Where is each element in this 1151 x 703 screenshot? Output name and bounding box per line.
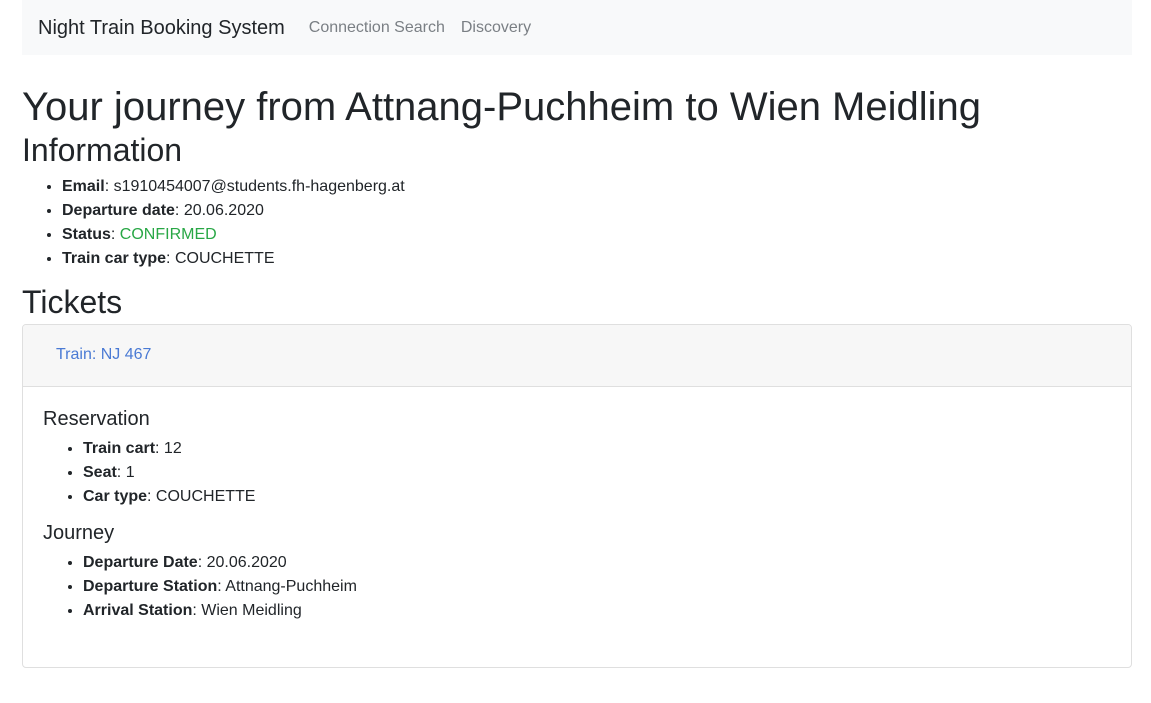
journey-item-departure-date: Departure Date: 20.06.2020	[83, 551, 1111, 575]
reservation-label: Car type	[83, 487, 148, 505]
reservation-value: 1	[125, 463, 135, 481]
page-title: Your journey from Attnang-Puchheim to Wi…	[22, 85, 982, 129]
ticket-card-body: Reservation Train cart: 12 Seat: 1 Car t…	[23, 387, 1131, 623]
info-label: Train car type	[62, 250, 167, 268]
journey-label: Arrival Station	[83, 601, 193, 619]
reservation-item-car-type: Car type: COUCHETTE	[83, 485, 1111, 509]
journey-label: Departure Date	[83, 553, 198, 571]
info-item-status: Status: CONFIRMED	[62, 223, 1132, 247]
journey-label: Departure Station	[83, 577, 218, 595]
navbar-brand[interactable]: Night Train Booking System	[38, 13, 285, 43]
train-link[interactable]: Train: NJ 467	[56, 343, 151, 367]
info-label: Departure date	[62, 202, 175, 220]
reservation-value: COUCHETTE	[155, 487, 256, 505]
journey-value: 20.06.2020	[206, 553, 287, 571]
nav-link-connection-search[interactable]: Connection Search	[309, 16, 445, 40]
reservation-list: Train cart: 12 Seat: 1 Car type: COUCHET…	[43, 437, 1111, 509]
tickets-heading: Tickets	[22, 284, 123, 321]
journey-heading: Journey	[43, 521, 115, 544]
ticket-card: Train: NJ 467 Reservation Train cart: 12…	[22, 323, 1132, 668]
reservation-label: Seat	[83, 463, 117, 481]
info-label: Email	[62, 178, 105, 196]
journey-value: Attnang-Puchheim	[225, 577, 357, 595]
info-value: COUCHETTE	[174, 250, 275, 268]
info-item-train-car-type: Train car type: COUCHETTE	[62, 247, 1132, 271]
info-value: s1910454007@students.fh-hagenberg.at	[113, 178, 405, 196]
info-label: Status	[62, 226, 111, 244]
ticket-card-header: Train: NJ 467	[23, 324, 1131, 387]
information-list: Email: s1910454007@students.fh-hagenberg…	[22, 175, 1132, 271]
journey-item-arrival-station: Arrival Station: Wien Meidling	[83, 599, 1111, 623]
page-container: Night Train Booking System Connection Se…	[22, 0, 1132, 668]
info-value: 20.06.2020	[183, 202, 264, 220]
journey-item-departure-station: Departure Station: Attnang-Puchheim	[83, 575, 1111, 599]
reservation-value: 12	[163, 439, 182, 457]
info-item-email: Email: s1910454007@students.fh-hagenberg…	[62, 175, 1132, 199]
reservation-label: Train cart	[83, 439, 156, 457]
info-item-departure-date: Departure date: 20.06.2020	[62, 199, 1132, 223]
reservation-heading: Reservation	[43, 407, 150, 430]
navbar: Night Train Booking System Connection Se…	[22, 0, 1132, 55]
journey-list: Departure Date: 20.06.2020 Departure Sta…	[43, 551, 1111, 623]
status-badge: CONFIRMED	[119, 226, 217, 244]
nav-link-discovery[interactable]: Discovery	[461, 16, 531, 40]
information-heading: Information	[22, 132, 183, 168]
journey-value: Wien Meidling	[201, 601, 302, 619]
reservation-item-seat: Seat: 1	[83, 461, 1111, 485]
reservation-item-train-cart: Train cart: 12	[83, 437, 1111, 461]
